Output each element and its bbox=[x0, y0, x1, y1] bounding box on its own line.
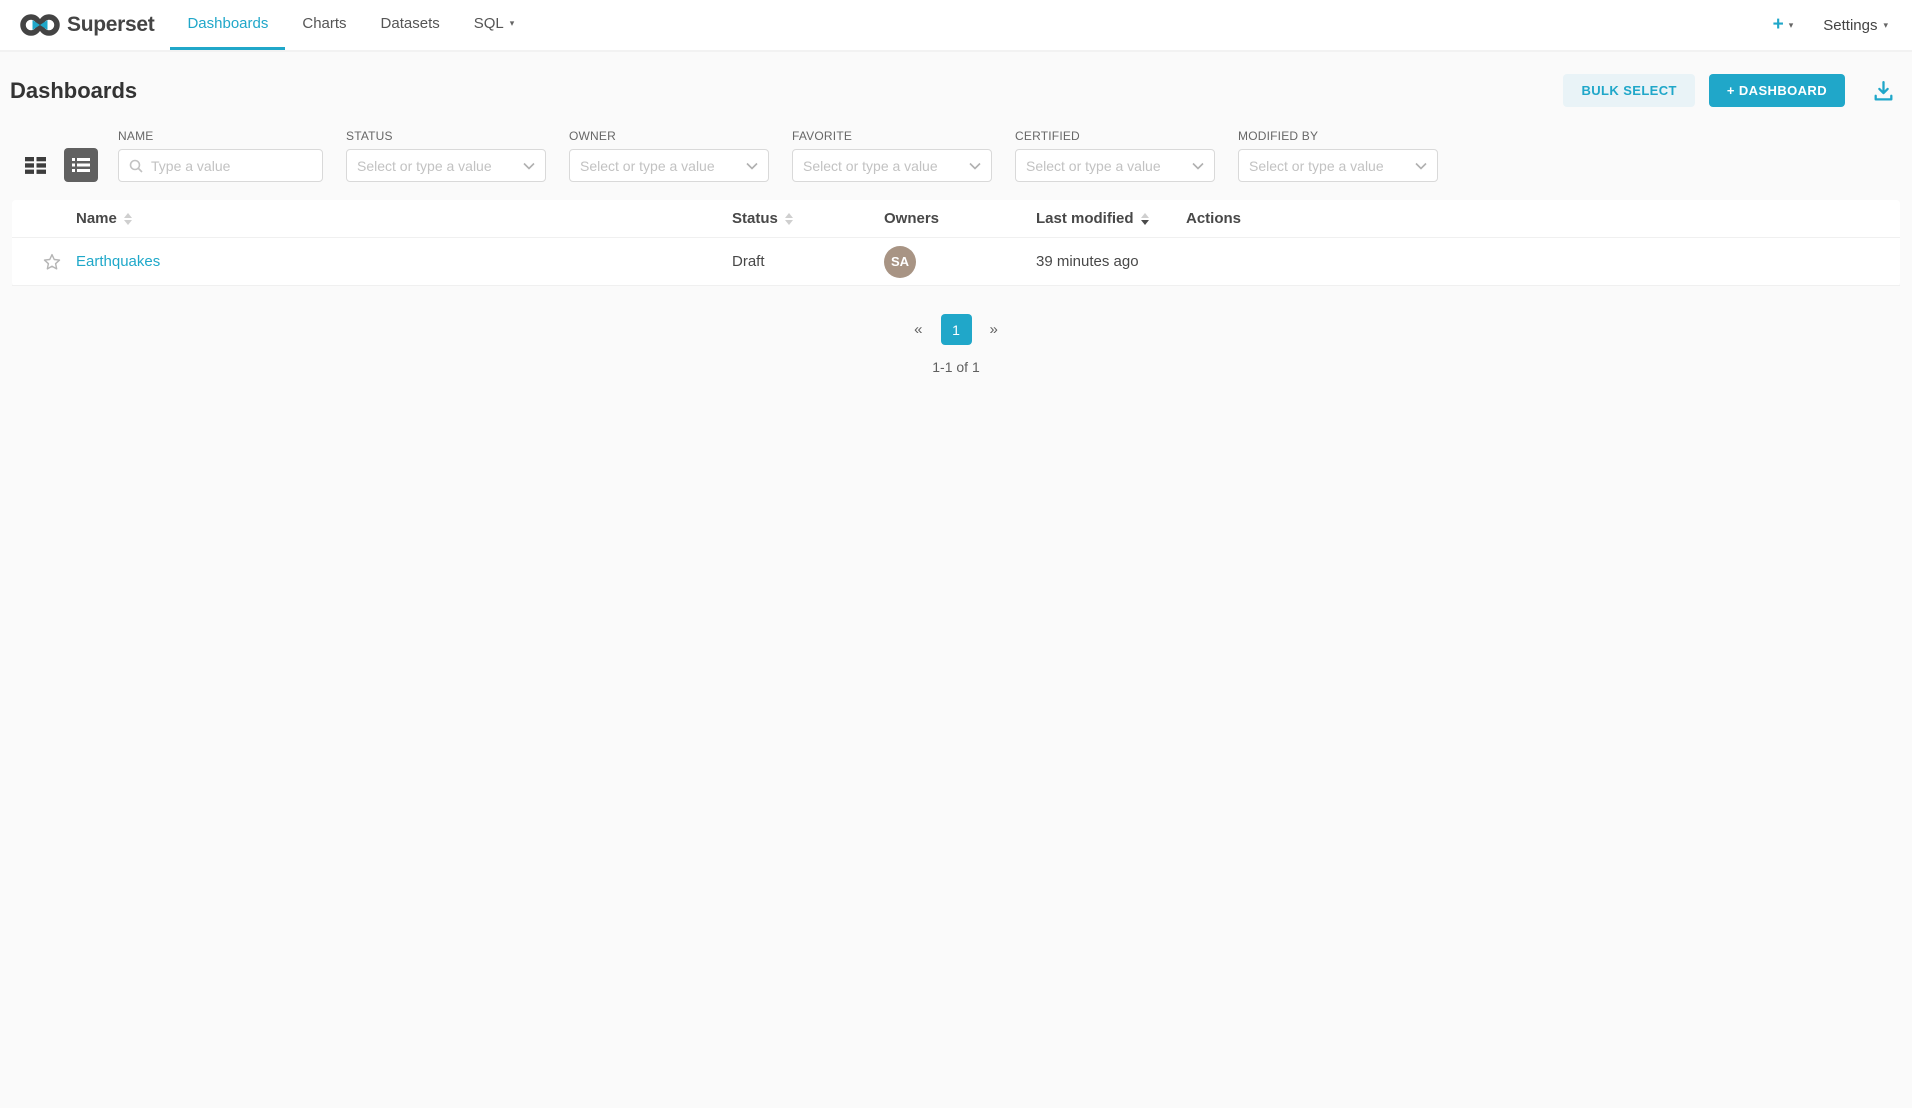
filter-name-label: NAME bbox=[118, 129, 323, 143]
dashboards-table: Name Status Owners Last modified Actions bbox=[12, 200, 1900, 286]
filter-certified: CERTIFIED Select or type a value bbox=[1015, 129, 1215, 182]
infinity-logo-icon bbox=[20, 12, 60, 38]
chevron-down-icon bbox=[523, 162, 535, 170]
filter-owner: OWNER Select or type a value bbox=[569, 129, 769, 182]
filter-status-label: STATUS bbox=[346, 129, 546, 143]
chevron-down-icon bbox=[1192, 162, 1204, 170]
certified-filter-select[interactable]: Select or type a value bbox=[1015, 149, 1215, 182]
filter-modified-by: MODIFIED BY Select or type a value bbox=[1238, 129, 1438, 182]
bulk-select-button[interactable]: BULK SELECT bbox=[1563, 74, 1694, 107]
column-header-actions: Actions bbox=[1186, 210, 1241, 227]
chevron-down-icon bbox=[746, 162, 758, 170]
navbar-right: + ▾ Settings ▾ bbox=[1773, 0, 1888, 50]
nav-item-sql[interactable]: SQL ▾ bbox=[457, 0, 532, 50]
chevron-down-icon: ▾ bbox=[510, 19, 515, 28]
favorite-star-button[interactable] bbox=[42, 252, 62, 272]
card-view-toggle[interactable] bbox=[18, 148, 52, 182]
import-dashboard-button[interactable] bbox=[1871, 78, 1896, 103]
filter-favorite: FAVORITE Select or type a value bbox=[792, 129, 992, 182]
status-value: Draft bbox=[732, 253, 765, 270]
add-dashboard-button[interactable]: + DASHBOARD bbox=[1709, 74, 1845, 107]
filter-bar: NAME STATUS Select or type a value OWNER… bbox=[0, 123, 1912, 196]
filter-modified-by-label: MODIFIED BY bbox=[1238, 129, 1438, 143]
next-page-button[interactable]: » bbox=[982, 317, 1006, 342]
owner-filter-select[interactable]: Select or type a value bbox=[569, 149, 769, 182]
header-actions: BULK SELECT + DASHBOARD bbox=[1563, 74, 1896, 107]
search-icon bbox=[129, 159, 143, 173]
star-icon bbox=[42, 252, 62, 272]
table-header-row: Name Status Owners Last modified Actions bbox=[12, 200, 1900, 238]
pagination-summary: 1-1 of 1 bbox=[932, 359, 979, 375]
filter-status: STATUS Select or type a value bbox=[346, 129, 546, 182]
chevron-down-icon bbox=[1415, 162, 1427, 170]
sort-icon bbox=[785, 213, 793, 225]
column-header-owners: Owners bbox=[884, 210, 939, 227]
page-header: Dashboards BULK SELECT + DASHBOARD bbox=[0, 52, 1912, 123]
filter-owner-label: OWNER bbox=[569, 129, 769, 143]
status-filter-select[interactable]: Select or type a value bbox=[346, 149, 546, 182]
nav-item-dashboards[interactable]: Dashboards bbox=[170, 0, 285, 50]
top-navbar: Superset Dashboards Charts Datasets SQL … bbox=[0, 0, 1912, 52]
column-header-last-modified[interactable]: Last modified bbox=[1036, 210, 1149, 227]
nav-item-datasets[interactable]: Datasets bbox=[364, 0, 457, 50]
dashboard-link[interactable]: Earthquakes bbox=[76, 253, 160, 270]
last-modified-value: 39 minutes ago bbox=[1036, 253, 1139, 270]
pagination: « 1 » 1-1 of 1 bbox=[0, 314, 1912, 375]
prev-page-button[interactable]: « bbox=[906, 317, 930, 342]
download-icon bbox=[1871, 78, 1896, 103]
grid-view-icon bbox=[25, 157, 46, 174]
name-filter-box[interactable] bbox=[118, 149, 323, 182]
column-header-status[interactable]: Status bbox=[732, 210, 793, 227]
filter-certified-label: CERTIFIED bbox=[1015, 129, 1215, 143]
favorite-filter-select[interactable]: Select or type a value bbox=[792, 149, 992, 182]
page-title: Dashboards bbox=[10, 78, 137, 104]
chevron-down-icon: ▾ bbox=[1789, 21, 1794, 30]
name-filter-input[interactable] bbox=[151, 158, 312, 174]
new-item-menu-button[interactable]: + ▾ bbox=[1773, 14, 1794, 36]
settings-menu-button[interactable]: Settings ▾ bbox=[1823, 17, 1888, 34]
column-header-name[interactable]: Name bbox=[76, 210, 132, 227]
sort-icon bbox=[124, 213, 132, 225]
chevron-down-icon bbox=[969, 162, 981, 170]
sort-desc-icon bbox=[1141, 213, 1149, 225]
modified-by-filter-select[interactable]: Select or type a value bbox=[1238, 149, 1438, 182]
list-view-icon bbox=[70, 154, 92, 176]
owner-avatar: SA bbox=[884, 246, 916, 278]
list-view-toggle[interactable] bbox=[64, 148, 98, 182]
chevron-down-icon: ▾ bbox=[1883, 21, 1888, 30]
filter-favorite-label: FAVORITE bbox=[792, 129, 992, 143]
plus-icon: + bbox=[1773, 14, 1784, 36]
view-toggles bbox=[18, 148, 98, 182]
main-nav: Dashboards Charts Datasets SQL ▾ bbox=[170, 0, 531, 50]
page-1-button[interactable]: 1 bbox=[941, 314, 972, 345]
brand-name: Superset bbox=[67, 13, 154, 37]
table-row: Earthquakes Draft SA 39 minutes ago bbox=[12, 238, 1900, 286]
filter-name: NAME bbox=[118, 129, 323, 182]
pager: « 1 » bbox=[906, 314, 1006, 345]
superset-logo[interactable]: Superset bbox=[20, 0, 154, 50]
nav-item-charts[interactable]: Charts bbox=[285, 0, 363, 50]
